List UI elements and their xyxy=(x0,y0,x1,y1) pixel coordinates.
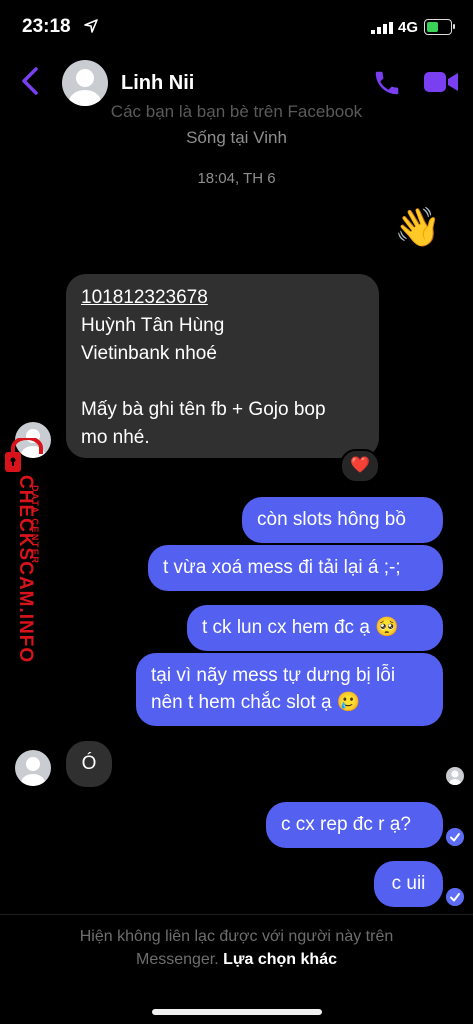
network-type: 4G xyxy=(398,19,419,36)
outgoing-message[interactable]: t ck lun cx hem đc ạ 🥺 xyxy=(187,605,443,651)
footer-divider xyxy=(0,914,473,915)
unavailable-notice-line-2: Messenger. Lựa chọn khác xyxy=(0,951,473,969)
account-number[interactable]: 101812323678 xyxy=(81,284,364,312)
unavailable-notice: Hiện không liên lạc được với người này t… xyxy=(79,928,394,945)
battery-icon xyxy=(424,19,452,35)
account-name: Huỳnh Tân Hùng xyxy=(81,315,225,336)
avatar-placeholder-icon xyxy=(449,770,461,785)
home-indicator[interactable] xyxy=(152,1009,322,1015)
message-timestamp: 18:04, TH 6 xyxy=(197,170,276,187)
outgoing-message-multiline[interactable]: tại vì nãy mess tự dưng bị lỗi nên t hem… xyxy=(136,653,443,726)
outgoing-message[interactable]: c uii xyxy=(374,861,443,907)
outgoing-message[interactable]: t vừa xoá mess đi tải lại á ;-; xyxy=(148,545,443,591)
outgoing-message[interactable]: c cx rep đc r ạ? xyxy=(266,802,443,848)
wave-emoji-message[interactable]: 👋 xyxy=(394,206,441,250)
note-line-1: Mấy bà ghi tên fb + Gojo bop xyxy=(81,399,326,420)
avatar-placeholder-icon xyxy=(21,757,45,786)
status-time: 23:18 xyxy=(22,16,71,37)
phone-icon[interactable] xyxy=(372,68,402,98)
notice-prefix: Messenger. xyxy=(135,951,219,968)
back-icon[interactable] xyxy=(20,66,40,96)
message-line: tại vì nãy mess tự dưng bị lỗi xyxy=(151,665,396,686)
video-call-icon[interactable] xyxy=(424,70,458,94)
friends-info: Các bạn là bạn bè trên Facebook xyxy=(110,102,363,121)
location-info: Sống tại Vinh xyxy=(186,128,287,147)
contact-avatar[interactable] xyxy=(62,60,108,106)
incoming-message[interactable]: Ó xyxy=(66,741,112,787)
location-arrow-icon xyxy=(84,19,98,33)
other-options-link[interactable]: Lựa chọn khác xyxy=(223,951,337,968)
incoming-message-bank-info[interactable]: 101812323678 Huỳnh Tân Hùng Vietinbank n… xyxy=(66,274,379,458)
check-icon xyxy=(446,828,464,846)
check-icon xyxy=(446,888,464,906)
battery-tip xyxy=(453,24,455,29)
heart-icon[interactable]: ❤️ xyxy=(340,449,380,483)
outgoing-message[interactable]: còn slots hông bồ xyxy=(242,497,443,543)
sender-avatar xyxy=(15,750,51,786)
signal-icon xyxy=(371,22,393,34)
note-line-2: mo nhé. xyxy=(81,427,150,448)
lock-icon xyxy=(5,438,43,472)
avatar-placeholder-icon xyxy=(69,69,101,106)
seen-avatar xyxy=(446,767,464,785)
contact-name[interactable]: Linh Nii xyxy=(121,72,194,95)
message-line: nên t hem chắc slot ạ 🥲 xyxy=(151,692,361,713)
watermark-sub-text: DATA CENTER xyxy=(30,485,40,565)
bank-name: Vietinbank nhoé xyxy=(81,343,217,364)
